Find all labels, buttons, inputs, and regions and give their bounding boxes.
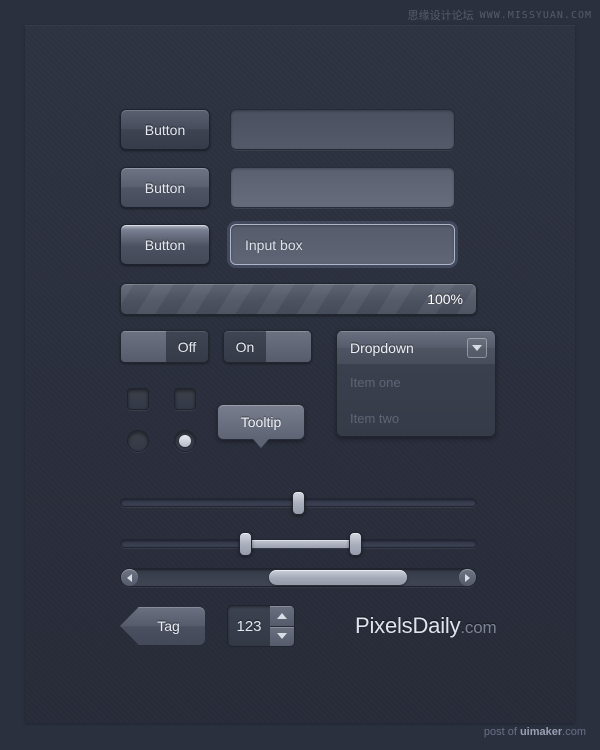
input-focused-value: Input box bbox=[245, 236, 303, 253]
arrow-up-icon[interactable] bbox=[270, 606, 294, 626]
scrollbar-thumb[interactable] bbox=[269, 570, 407, 585]
row-toggles: Off On Dropdown Item one Item two bbox=[120, 330, 496, 437]
button-hover-label: Button bbox=[144, 179, 186, 196]
button-normal-label: Button bbox=[144, 121, 186, 138]
slider-single[interactable] bbox=[120, 491, 477, 515]
row-button-hover: Button bbox=[120, 167, 455, 208]
toggle-on-knob bbox=[266, 331, 311, 362]
watermark-bottom-prefix: post of bbox=[483, 726, 520, 738]
progress-label: 100% bbox=[427, 291, 463, 307]
watermark-top-cjk: 思缘设计论坛 bbox=[407, 9, 474, 22]
stepper[interactable]: 123 bbox=[227, 605, 295, 647]
row-checkboxes bbox=[127, 388, 196, 410]
scrollbar-horizontal[interactable] bbox=[120, 568, 477, 587]
progress-bar: 100% bbox=[120, 283, 477, 315]
toggle-off-knob bbox=[121, 331, 166, 362]
row-progress: 100% bbox=[120, 283, 477, 315]
toggle-on[interactable]: On bbox=[223, 330, 312, 363]
tooltip: Tooltip bbox=[217, 404, 305, 448]
row-radios bbox=[127, 430, 196, 452]
watermark-top-url: WWW.MISSYUAN.COM bbox=[479, 9, 592, 21]
watermark-bottom-brand: uimaker bbox=[519, 726, 563, 738]
row-bottom: Tag 123 PixelsDaily.com bbox=[120, 605, 497, 647]
slider-range[interactable] bbox=[120, 532, 477, 556]
arrow-left-icon[interactable] bbox=[121, 569, 138, 586]
toggle-on-label: On bbox=[235, 338, 255, 355]
button-normal[interactable]: Button bbox=[120, 109, 210, 150]
slider-single-handle[interactable] bbox=[292, 491, 305, 515]
toggle-off[interactable]: Off bbox=[120, 330, 209, 363]
stepper-arrows bbox=[270, 606, 294, 646]
input-focused[interactable]: Input box bbox=[230, 224, 455, 265]
ui-kit-panel: Button Button Button Input box 100% Off bbox=[25, 25, 575, 723]
button-hover[interactable]: Button bbox=[120, 167, 210, 208]
button-active[interactable]: Button bbox=[120, 224, 210, 265]
watermark-top: 思缘设计论坛 WWW.MISSYUAN.COM bbox=[408, 7, 592, 23]
input-light[interactable] bbox=[230, 167, 455, 208]
checkbox-two[interactable] bbox=[174, 388, 196, 410]
dropdown-item-one-label: Item one bbox=[350, 374, 401, 390]
tag[interactable]: Tag bbox=[120, 607, 205, 645]
slider-range-handle-start[interactable] bbox=[239, 532, 252, 556]
tag-label: Tag bbox=[157, 618, 180, 634]
chevron-down-icon[interactable] bbox=[467, 337, 487, 358]
row-slider-single bbox=[120, 491, 477, 515]
dropdown-title: Dropdown bbox=[350, 339, 414, 356]
tooltip-label: Tooltip bbox=[240, 414, 282, 430]
dropdown-header[interactable]: Dropdown bbox=[337, 331, 495, 364]
row-slider-range bbox=[120, 532, 477, 556]
logo: PixelsDaily.com bbox=[355, 613, 497, 639]
arrow-down-icon[interactable] bbox=[270, 625, 294, 646]
slider-range-handle-end[interactable] bbox=[349, 532, 362, 556]
radio-two[interactable] bbox=[174, 430, 196, 452]
row-scrollbar bbox=[120, 568, 477, 587]
input-plain[interactable] bbox=[230, 109, 455, 150]
radio-one[interactable] bbox=[127, 430, 149, 452]
row-tooltip: Tooltip bbox=[217, 404, 305, 448]
dropdown-item-one[interactable]: Item one bbox=[337, 364, 495, 400]
watermark-bottom-suffix: .com bbox=[562, 726, 586, 738]
slider-range-fill bbox=[245, 540, 355, 548]
row-button-normal: Button bbox=[120, 109, 455, 150]
button-active-label: Button bbox=[144, 236, 186, 253]
dropdown-item-two-label: Item two bbox=[350, 410, 400, 426]
tooltip-tail bbox=[253, 439, 269, 448]
toggle-off-label: Off bbox=[177, 338, 197, 355]
tooltip-body: Tooltip bbox=[217, 404, 305, 440]
dropdown[interactable]: Dropdown Item one Item two bbox=[336, 330, 496, 437]
arrow-right-icon[interactable] bbox=[459, 569, 476, 586]
checkbox-one[interactable] bbox=[127, 388, 149, 410]
logo-tld: .com bbox=[460, 618, 497, 637]
stepper-value[interactable]: 123 bbox=[228, 606, 270, 646]
dropdown-item-two[interactable]: Item two bbox=[337, 400, 495, 436]
row-button-active: Button Input box bbox=[120, 224, 455, 265]
watermark-bottom: post of uimaker.com bbox=[484, 726, 586, 738]
logo-name: PixelsDaily bbox=[355, 613, 461, 638]
